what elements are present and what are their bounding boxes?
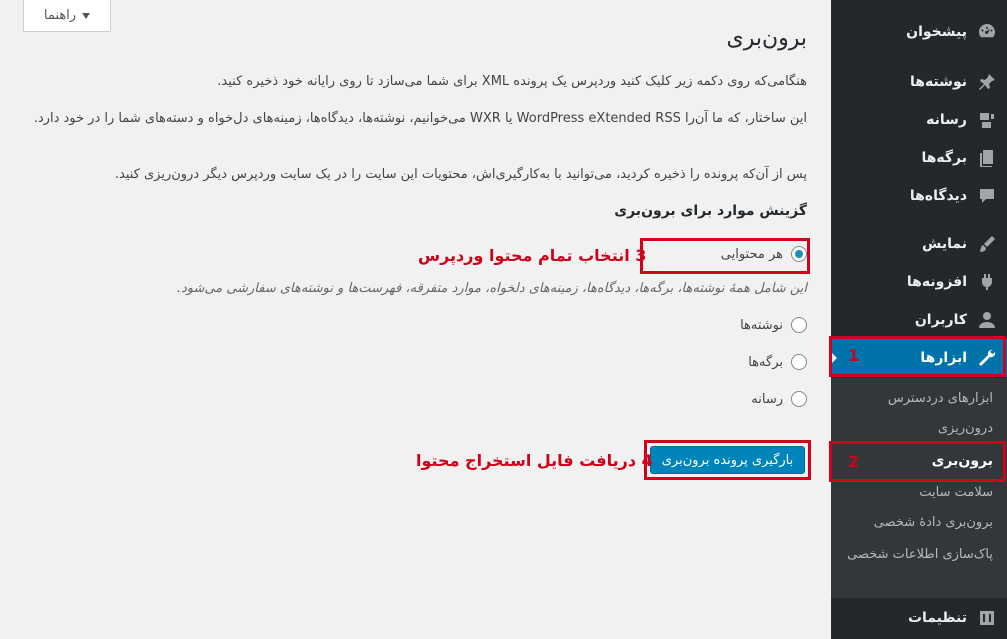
- sidebar-item-users[interactable]: کاربران: [831, 301, 1007, 339]
- intro-paragraph-1: هنگامی‌که روی دکمه زیر کلیک کنید وردپرس …: [217, 74, 807, 89]
- dashboard-icon: [977, 22, 997, 42]
- sidebar-item-plugins[interactable]: افزونه‌ها: [831, 263, 1007, 301]
- sidebar-label: تنظیمات: [907, 610, 967, 626]
- submenu-item-site-health[interactable]: سلامت سایت: [843, 482, 993, 504]
- settings-icon: [977, 608, 997, 628]
- sidebar-item-dashboard[interactable]: پیشخوان: [831, 13, 1007, 51]
- sidebar-label: نوشته‌ها: [910, 74, 967, 90]
- radio-posts[interactable]: نوشته‌ها: [740, 317, 807, 333]
- sidebar-label: نمایش: [922, 236, 967, 252]
- plugin-icon: [977, 272, 997, 292]
- sidebar-item-appearance[interactable]: نمایش: [831, 225, 1007, 263]
- annotation-note-4: 4 دریافت فایل استخراج محتوا: [416, 451, 653, 470]
- submenu-item-export-personal-data[interactable]: برون‌بری دادهٔ شخصی: [843, 512, 993, 534]
- submenu-item-available-tools[interactable]: ابزارهای دردسترس: [843, 388, 993, 410]
- radio-pages-control[interactable]: [791, 354, 807, 370]
- radio-posts-label: نوشته‌ها: [740, 317, 783, 333]
- radio-media-label: رسانه: [751, 391, 783, 407]
- sidebar-label: افزونه‌ها: [906, 274, 967, 290]
- intro-paragraph-2: این ساختار، که ما آن‌را WordPress eXtend…: [33, 111, 807, 126]
- sidebar-label: دیدگاه‌ها: [909, 188, 967, 204]
- annotation-number-1: 1: [848, 346, 860, 365]
- main-content: راهنما برون‌بری هنگامی‌که روی دکمه زیر ک…: [0, 0, 831, 639]
- wp-admin-app: راهنما برون‌بری هنگامی‌که روی دکمه زیر ک…: [0, 0, 1007, 639]
- comment-icon: [977, 186, 997, 206]
- submenu-item-erase-personal-data[interactable]: پاک‌سازی اطلاعات شخصی: [843, 544, 993, 566]
- radio-media[interactable]: رسانه: [751, 391, 807, 407]
- sidebar-label: پیشخوان: [906, 24, 967, 40]
- media-icon: [977, 110, 997, 130]
- pin-icon: [977, 72, 997, 92]
- tools-submenu: ابزارهای دردسترس درون‌ریزی برون‌بری سلام…: [831, 378, 1007, 598]
- sidebar-item-comments[interactable]: دیدگاه‌ها: [831, 177, 1007, 215]
- user-icon: [977, 310, 997, 330]
- annotation-box-all-content: [640, 238, 810, 274]
- pages-icon: [977, 148, 997, 168]
- sidebar-item-posts[interactable]: نوشته‌ها: [831, 63, 1007, 101]
- sidebar-label: کاربران: [914, 312, 967, 328]
- help-label: راهنما: [43, 8, 77, 23]
- admin-sidebar: پیشخوان نوشته‌ها رسانه برگه‌ها دیدگاه‌ها: [830, 0, 1007, 639]
- annotation-box-download: [644, 440, 811, 480]
- radio-posts-control[interactable]: [791, 317, 807, 333]
- radio-pages[interactable]: برگه‌ها: [748, 354, 807, 370]
- all-content-description: این شامل همهٔ نوشته‌ها، برگه‌ها، دیدگاه‌…: [176, 281, 807, 296]
- sidebar-item-pages[interactable]: برگه‌ها: [831, 139, 1007, 177]
- help-tab-button[interactable]: راهنما: [23, 0, 111, 32]
- caret-down-icon: [82, 12, 91, 19]
- brush-icon: [977, 234, 997, 254]
- sidebar-item-settings[interactable]: تنظیمات: [831, 599, 1007, 637]
- radio-pages-label: برگه‌ها: [748, 354, 783, 370]
- intro-paragraph-3: پس از آن‌که پرونده را ذخیره کردید، می‌تو…: [114, 167, 807, 182]
- sidebar-item-media[interactable]: رسانه: [831, 101, 1007, 139]
- annotation-number-2: 2: [848, 452, 860, 471]
- submenu-item-import[interactable]: درون‌ریزی: [843, 418, 993, 440]
- radio-media-control[interactable]: [791, 391, 807, 407]
- page-title: برون‌بری: [726, 26, 807, 51]
- export-section-title: گزینش موارد برای برون‌بری: [614, 203, 807, 219]
- annotation-note-3: 3 انتخاب تمام محتوا وردپرس: [418, 246, 647, 265]
- sidebar-label: رسانه: [926, 112, 967, 128]
- sidebar-label: برگه‌ها: [921, 150, 967, 166]
